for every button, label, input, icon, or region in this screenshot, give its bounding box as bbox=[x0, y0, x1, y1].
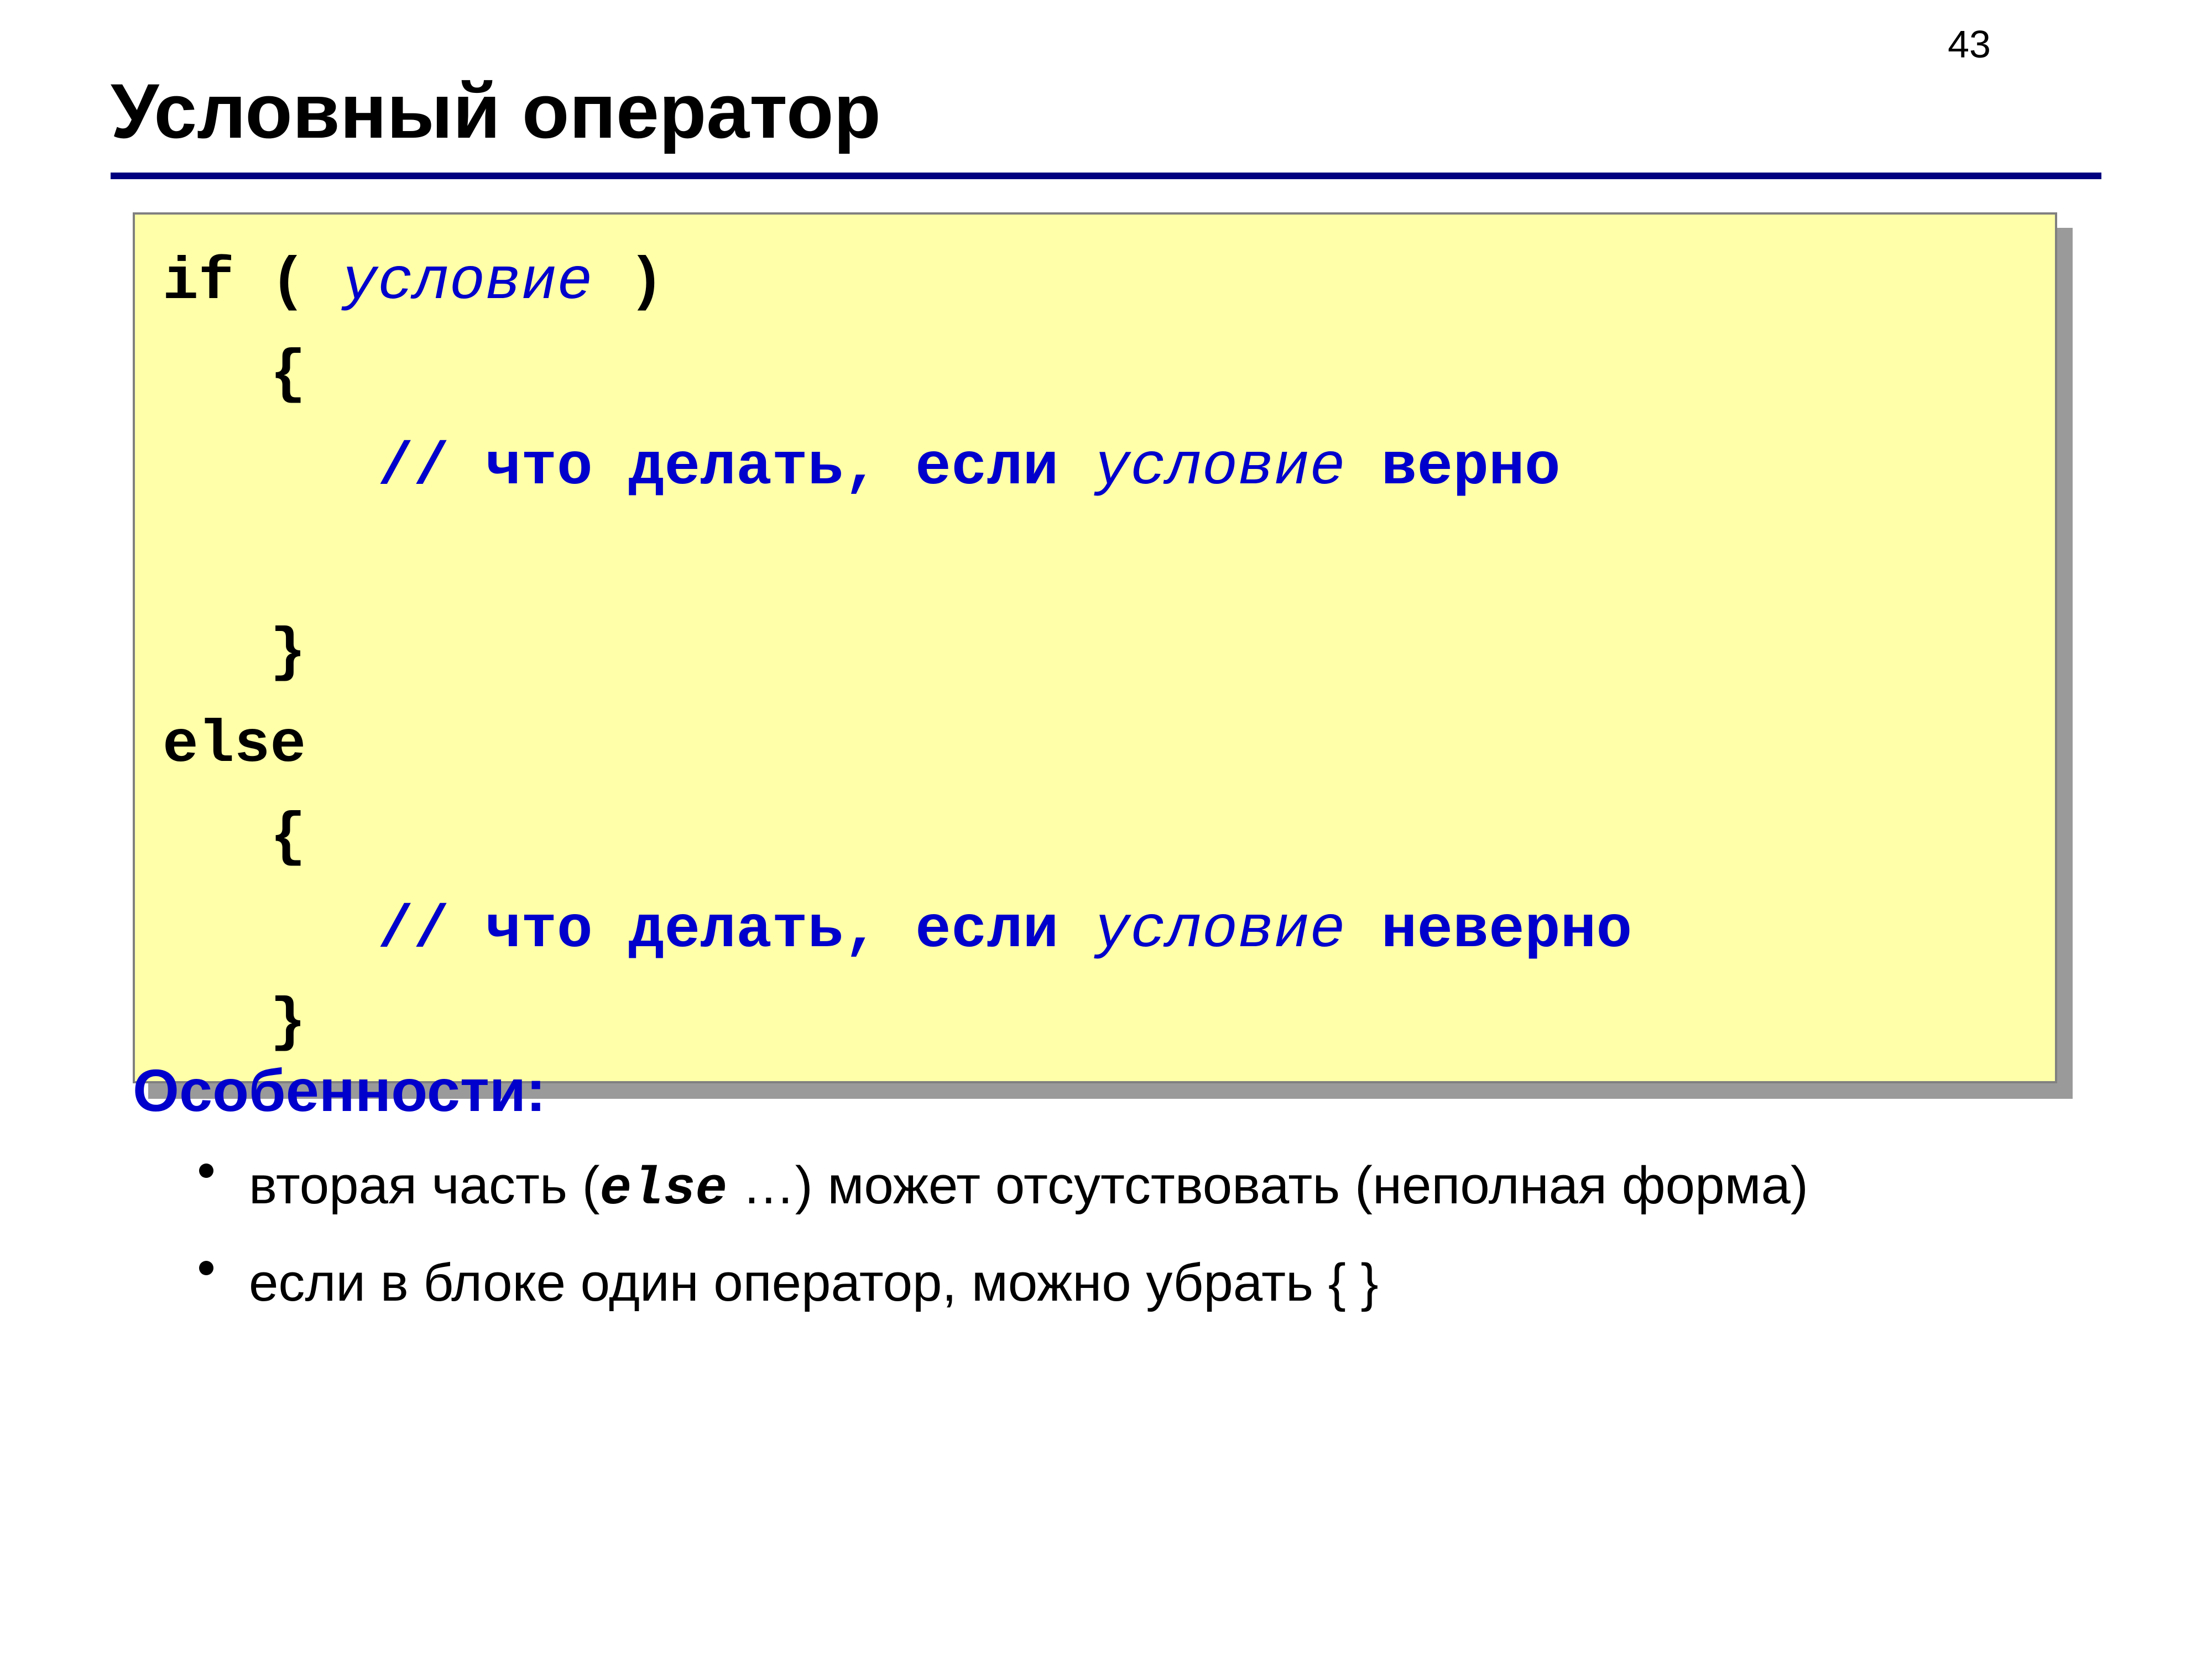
code-comment-1b: верно bbox=[1345, 434, 1597, 502]
code-block: if ( условие ) { // что делать, если усл… bbox=[133, 212, 2057, 1083]
feature-1-text-a: вторая часть ( bbox=[249, 1156, 600, 1215]
code-comment-1-cond: условие bbox=[1094, 434, 1345, 502]
code-comment-1a: // что делать, если bbox=[378, 434, 1094, 502]
code-pad-1 bbox=[163, 434, 378, 502]
slide-title: Условный оператор bbox=[111, 66, 2101, 156]
code-if-close: ) bbox=[593, 249, 665, 316]
features-heading: Особенности: bbox=[133, 1056, 2101, 1125]
feature-item-1: вторая часть (else …) может отсутствоват… bbox=[199, 1147, 2101, 1228]
feature-2-text: если в блоке один оператор, можно убрать… bbox=[249, 1253, 1379, 1312]
feature-1-else: else bbox=[600, 1159, 727, 1219]
code-block-wrap: if ( условие ) { // что делать, если усл… bbox=[133, 212, 2057, 1083]
title-underline bbox=[111, 173, 2101, 179]
feature-1-text-b: …) может отсутствовать (неполная форма) bbox=[727, 1156, 1808, 1215]
code-pad-2 bbox=[163, 897, 378, 964]
code-comment-2b: неверно bbox=[1345, 897, 1668, 964]
code-brace-open-2: { bbox=[163, 804, 306, 872]
code-comment-2-cond: условие bbox=[1094, 897, 1345, 964]
code-comment-2a: // что делать, если bbox=[378, 897, 1094, 964]
code-condition-1: условие bbox=[342, 249, 593, 316]
slide: 43 Условный оператор if ( условие ) { //… bbox=[0, 0, 2212, 1659]
features-list: вторая часть (else …) может отсутствоват… bbox=[199, 1147, 2101, 1321]
code-brace-close-1: } bbox=[163, 619, 306, 687]
code-brace-close-2: } bbox=[163, 989, 306, 1057]
code-if: if ( bbox=[163, 249, 342, 316]
page-number: 43 bbox=[1948, 22, 1991, 66]
code-else: else bbox=[163, 712, 306, 779]
code-brace-open-1: { bbox=[163, 341, 306, 409]
feature-item-2: если в блоке один оператор, можно убрать… bbox=[199, 1244, 2101, 1321]
